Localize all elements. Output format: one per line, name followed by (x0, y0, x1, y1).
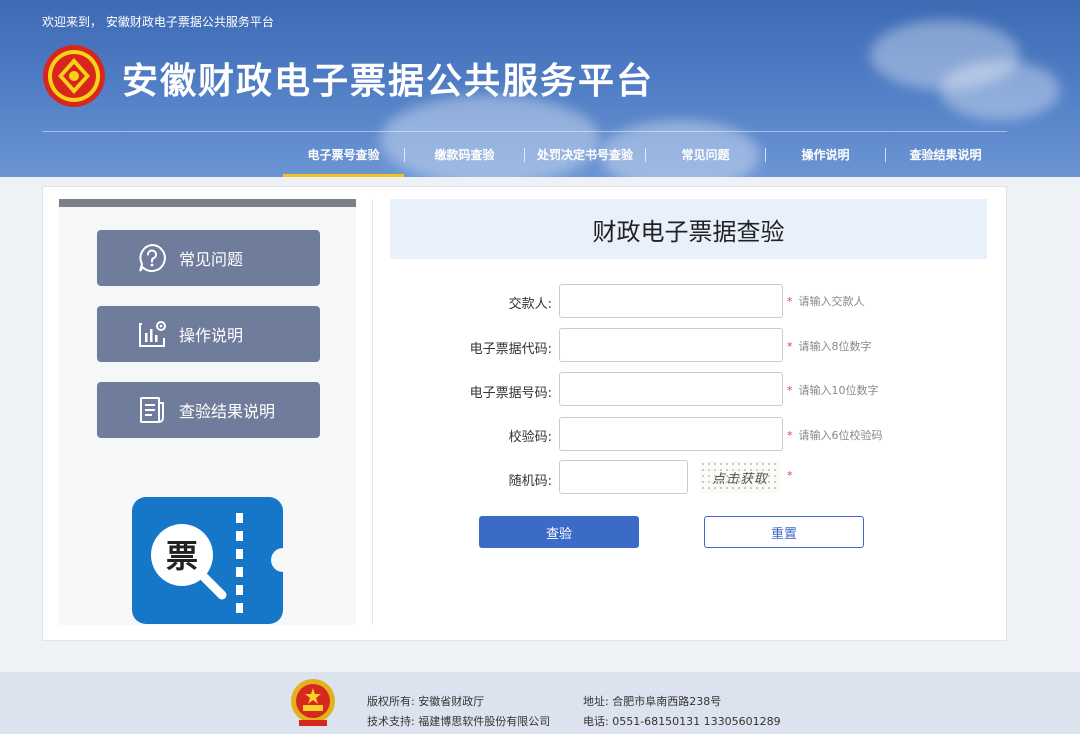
site-header: 欢迎来到， 安徽财政电子票据公共服务平台 安徽财政电子票据公共服务平台 电子票号… (0, 0, 1080, 177)
app-icon-label: 票 (166, 537, 198, 575)
footer-phone: 电话: 0551-68150131 13305601289 (583, 715, 781, 728)
ticket-search-app-icon: 票 (132, 497, 283, 624)
nav-tab-faq[interactable]: 常见问题 (646, 132, 765, 177)
sidebar-top-bar (59, 199, 356, 207)
nav-tab-instructions[interactable]: 操作说明 (766, 132, 885, 177)
random-code-label: 随机码: (508, 474, 552, 489)
sidebar-button-label: 操作说明 (179, 326, 244, 345)
footer-support: 技术支持: 福建博思软件股份有限公司 (367, 715, 551, 728)
ticket-code-hint: * 请输入8位数字 (787, 340, 872, 353)
check-code-hint: * 请输入6位校验码 (787, 429, 883, 442)
verify-button[interactable]: 查验 (479, 516, 639, 548)
sidebar: 常见问题 操作说明 查验结果说明 票 (59, 199, 356, 625)
footer-copyright: 版权所有: 安徽省财政厅 (367, 695, 485, 708)
sidebar-button-instructions[interactable]: 操作说明 (97, 306, 320, 362)
sidebar-button-label: 查验结果说明 (179, 402, 276, 421)
ticket-number-hint: * 请输入10位数字 (787, 384, 879, 397)
nav-tab-result-explain[interactable]: 查验结果说明 (886, 132, 1005, 177)
nav-tab-ticket-verify[interactable]: 电子票号查验 (283, 132, 404, 177)
ticket-code-label: 电子票据代码: (469, 342, 552, 357)
payer-input[interactable] (559, 284, 783, 318)
sidebar-button-label: 常见问题 (179, 250, 244, 269)
site-footer: 版权所有: 安徽省财政厅 技术支持: 福建博思软件股份有限公司 地址: 合肥市阜… (0, 672, 1080, 734)
random-code-required: * (787, 469, 793, 482)
footer-address: 地址: 合肥市阜南西路238号 (583, 695, 722, 708)
ticket-number-label: 电子票据号码: (469, 386, 552, 401)
ticket-number-input[interactable] (559, 372, 783, 406)
cloud-decoration (940, 60, 1060, 120)
ticket-code-input[interactable] (559, 328, 783, 362)
payer-label: 交款人: (508, 297, 552, 312)
document-icon (135, 393, 169, 427)
chart-doc-icon (135, 317, 169, 351)
check-code-label: 校验码: (508, 430, 552, 445)
random-code-input[interactable] (559, 460, 688, 494)
main-nav: 电子票号查验 缴款码查验 处罚决定书号查验 常见问题 操作说明 查验结果说明 (283, 132, 1005, 177)
site-title: 安徽财政电子票据公共服务平台 (122, 61, 655, 102)
sidebar-button-faq[interactable]: 常见问题 (97, 230, 320, 286)
sidebar-button-result-explain[interactable]: 查验结果说明 (97, 382, 320, 438)
welcome-text: 欢迎来到， 安徽财政电子票据公共服务平台 (42, 15, 274, 29)
nav-tab-payment-code[interactable]: 缴款码查验 (405, 132, 524, 177)
reset-button[interactable]: 重置 (704, 516, 864, 548)
payer-hint: * 请输入交款人 (787, 295, 865, 308)
question-icon (135, 241, 169, 275)
captcha-image[interactable]: 点击获取 (700, 461, 780, 493)
content-divider (372, 199, 373, 625)
national-emblem-icon (291, 679, 335, 726)
nav-tab-penalty-decision[interactable]: 处罚决定书号查验 (525, 132, 645, 177)
finance-emblem-icon (43, 45, 105, 107)
check-code-input[interactable] (559, 417, 783, 451)
form-title: 财政电子票据查验 (390, 199, 987, 259)
